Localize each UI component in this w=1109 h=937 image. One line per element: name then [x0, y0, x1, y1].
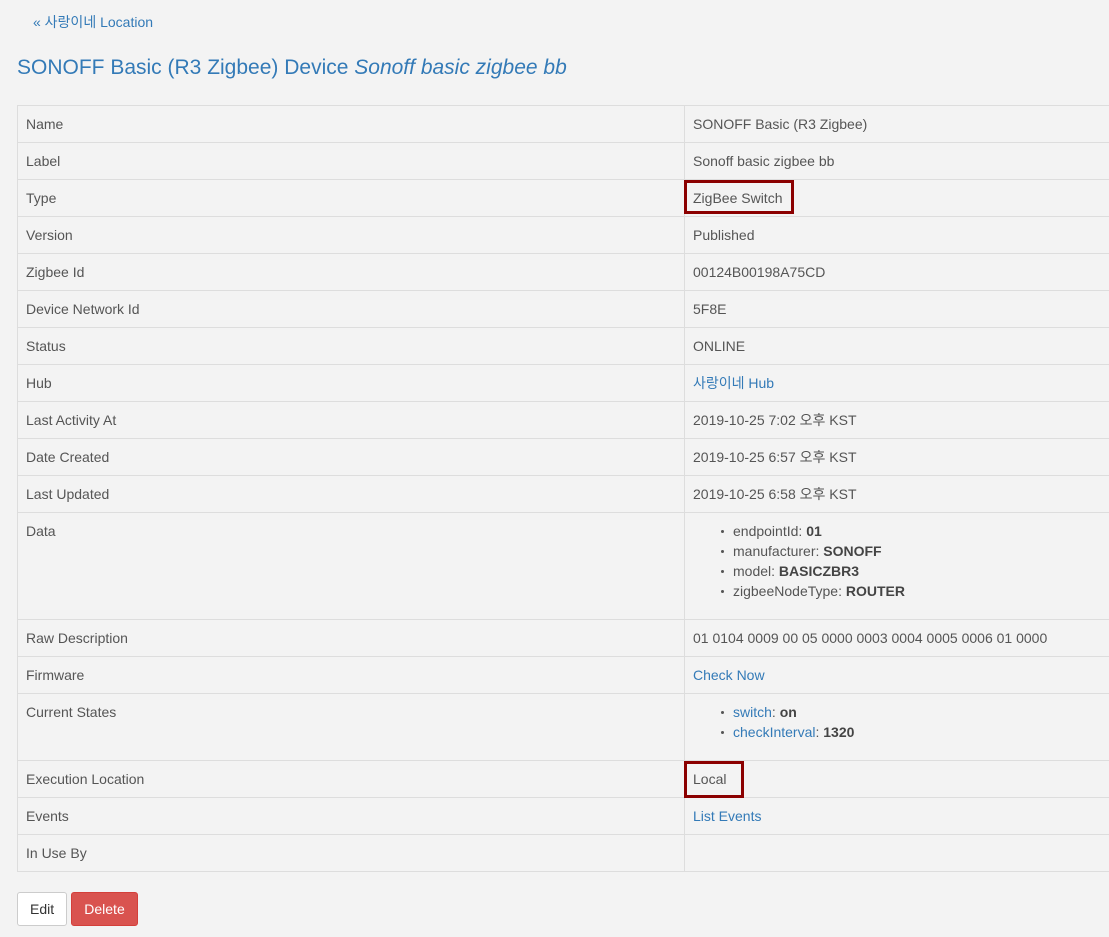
row-value-cell: endpointId: 01 manufacturer: SONOFF mode…: [684, 512, 1109, 620]
row-key: Status: [17, 327, 685, 365]
row-value: 5F8E: [684, 290, 1109, 328]
page-title: SONOFF Basic (R3 Zigbee) Device Sonoff b…: [17, 55, 567, 81]
table-row-raw-description: Raw Description 01 0104 0009 00 05 0000 …: [17, 619, 1109, 657]
table-row-name: Name SONOFF Basic (R3 Zigbee): [17, 105, 1109, 143]
data-item-name: manufacturer: [733, 543, 816, 559]
title-device-label: Sonoff basic zigbee bb: [354, 56, 567, 79]
list-item: checkInterval: 1320: [721, 722, 1108, 742]
row-value: 2019-10-25 6:58 오후 KST: [684, 475, 1109, 513]
row-key: Zigbee Id: [17, 253, 685, 291]
table-row-network-id: Device Network Id 5F8E: [17, 290, 1109, 328]
row-value-type: ZigBee Switch: [684, 179, 1109, 217]
data-item-name: model: [733, 563, 772, 579]
list-item: endpointId: 01: [721, 521, 1108, 541]
row-value: 01 0104 0009 00 05 0000 0003 0004 0005 0…: [684, 619, 1109, 657]
data-item-name: endpointId: [733, 523, 799, 539]
row-key: Last Activity At: [17, 401, 685, 439]
row-key: Events: [17, 797, 685, 835]
row-value: ONLINE: [684, 327, 1109, 365]
data-item-value: 01: [806, 523, 822, 539]
state-value: on: [779, 704, 797, 720]
row-key: Last Updated: [17, 475, 685, 513]
row-key: Current States: [17, 693, 685, 761]
title-prefix: SONOFF Basic (R3 Zigbee) Device: [17, 56, 355, 79]
table-row-version: Version Published: [17, 216, 1109, 254]
device-details-table: Name SONOFF Basic (R3 Zigbee) Label Sono…: [17, 105, 1109, 872]
table-row-current-states: Current States switch: on checkInterval:…: [17, 693, 1109, 761]
row-value-cell: List Events: [684, 797, 1109, 835]
row-value: 00124B00198A75CD: [684, 253, 1109, 291]
row-key: Device Network Id: [17, 290, 685, 328]
list-item: switch: on: [721, 702, 1108, 722]
table-row-events: Events List Events: [17, 797, 1109, 835]
row-value-cell: Check Now: [684, 656, 1109, 694]
back-to-location-link[interactable]: « 사랑이네 Location: [33, 13, 153, 31]
data-item-value: ROUTER: [845, 583, 905, 599]
data-item-value: BASICZBR3: [778, 563, 860, 579]
row-value: [684, 834, 1109, 872]
row-key: Label: [17, 142, 685, 180]
table-row-label: Label Sonoff basic zigbee bb: [17, 142, 1109, 180]
delete-button[interactable]: Delete: [71, 892, 138, 926]
states-list: switch: on checkInterval: 1320: [693, 702, 1108, 742]
row-key: In Use By: [17, 834, 685, 872]
row-value: Sonoff basic zigbee bb: [684, 142, 1109, 180]
table-row-last-activity: Last Activity At 2019-10-25 7:02 오후 KST: [17, 401, 1109, 439]
list-item: model: BASICZBR3: [721, 561, 1108, 581]
state-value: 1320: [823, 724, 855, 740]
check-now-link[interactable]: Check Now: [693, 667, 765, 683]
table-row-execution-location: Execution Location Local: [17, 760, 1109, 798]
data-item-value: SONOFF: [823, 543, 882, 559]
row-key: Name: [17, 105, 685, 143]
data-list: endpointId: 01 manufacturer: SONOFF mode…: [693, 521, 1108, 601]
edit-button[interactable]: Edit: [17, 892, 67, 926]
row-value-cell: switch: on checkInterval: 1320: [684, 693, 1109, 761]
row-value: SONOFF Basic (R3 Zigbee): [684, 105, 1109, 143]
row-key: Type: [17, 179, 685, 217]
row-key: Data: [17, 512, 685, 620]
state-checkinterval-link[interactable]: checkInterval: [733, 724, 815, 740]
table-row-firmware: Firmware Check Now: [17, 656, 1109, 694]
row-value-execution-location: Local: [684, 760, 1109, 798]
table-row-status: Status ONLINE: [17, 327, 1109, 365]
row-key: Raw Description: [17, 619, 685, 657]
row-key: Date Created: [17, 438, 685, 476]
table-row-date-created: Date Created 2019-10-25 6:57 오후 KST: [17, 438, 1109, 476]
hub-link[interactable]: 사랑이네 Hub: [693, 375, 774, 391]
table-row-hub: Hub 사랑이네 Hub: [17, 364, 1109, 402]
table-row-in-use-by: In Use By: [17, 834, 1109, 872]
state-switch-link[interactable]: switch: [733, 704, 772, 720]
table-row-data: Data endpointId: 01 manufacturer: SONOFF…: [17, 512, 1109, 620]
row-value-cell: 사랑이네 Hub: [684, 364, 1109, 402]
list-events-link[interactable]: List Events: [693, 808, 761, 824]
row-key: Hub: [17, 364, 685, 402]
row-key: Firmware: [17, 656, 685, 694]
row-value: 2019-10-25 6:57 오후 KST: [684, 438, 1109, 476]
data-item-name: zigbeeNodeType: [733, 583, 839, 599]
row-key: Execution Location: [17, 760, 685, 798]
row-value: 2019-10-25 7:02 오후 KST: [684, 401, 1109, 439]
list-item: manufacturer: SONOFF: [721, 541, 1108, 561]
table-row-type: Type ZigBee Switch: [17, 179, 1109, 217]
list-item: zigbeeNodeType: ROUTER: [721, 581, 1108, 601]
row-key: Version: [17, 216, 685, 254]
table-row-zigbee-id: Zigbee Id 00124B00198A75CD: [17, 253, 1109, 291]
table-row-last-updated: Last Updated 2019-10-25 6:58 오후 KST: [17, 475, 1109, 513]
row-value: Published: [684, 216, 1109, 254]
